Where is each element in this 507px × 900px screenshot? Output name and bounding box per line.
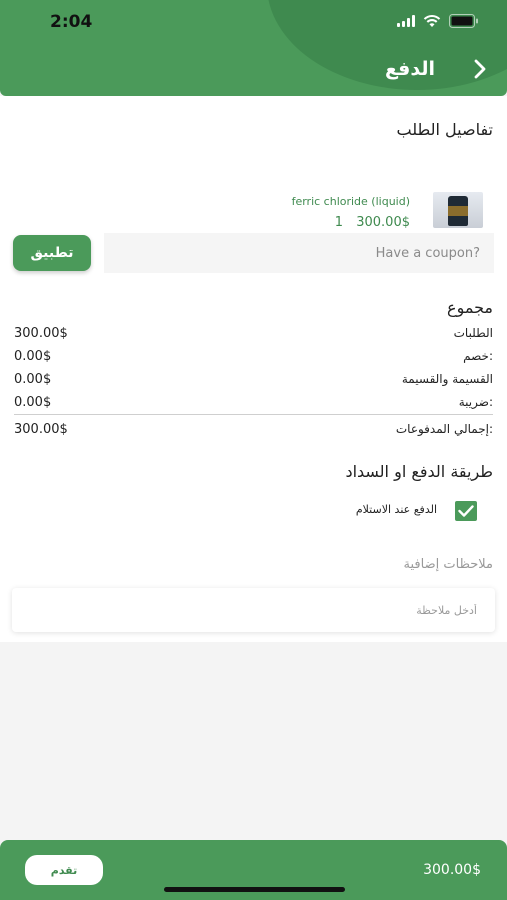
product-name: ferric chloride (liquid) — [291, 195, 410, 208]
notes-input[interactable] — [12, 588, 495, 632]
product-quantity: 1 — [334, 215, 343, 230]
signal-icon — [397, 15, 415, 27]
summary-value: 0.00$ — [14, 349, 52, 364]
product-bottle-image — [433, 192, 483, 228]
checkout-content: تفاصيل الطلب ferric chloride (liquid) 30… — [0, 96, 507, 642]
summary-value: 0.00$ — [14, 372, 52, 387]
status-time: 2:04 — [50, 12, 93, 32]
chevron-right-icon[interactable] — [469, 58, 491, 80]
summary-row-discount: خصم: 0.00$ — [14, 349, 493, 369]
summary-label: خصم: — [463, 349, 493, 363]
cash-on-delivery-label: الدفع عند الاستلام — [355, 503, 437, 516]
product-price: 300.00$ — [356, 215, 410, 230]
total-label: إجمالي المدفوعات: — [395, 422, 493, 436]
cash-on-delivery-checkbox[interactable] — [455, 501, 477, 521]
summary-label: ضريبة: — [458, 395, 493, 409]
apply-coupon-button[interactable]: تطبيق — [13, 235, 91, 271]
payment-method-title: طريقة الدفع او السداد — [345, 462, 493, 481]
summary-label: الطلبات — [453, 326, 493, 340]
coupon-input[interactable] — [104, 233, 494, 273]
page-title: الدفع — [384, 58, 435, 80]
proceed-button[interactable]: تقدم — [25, 855, 103, 885]
wifi-icon — [423, 14, 441, 28]
checkmark-icon — [458, 505, 474, 517]
app-header: 2:04 الدفع — [0, 0, 507, 96]
status-icons — [397, 14, 479, 28]
summary-row-total: إجمالي المدفوعات: 300.00$ — [14, 422, 493, 442]
summary-row-coupon: القسيمة والقسيمة 0.00$ — [14, 372, 493, 392]
summary-label: القسيمة والقسيمة — [401, 372, 493, 386]
total-value: 300.00$ — [14, 422, 68, 437]
summary-value: 0.00$ — [14, 395, 52, 410]
summary-row-orders: الطلبات 300.00$ — [14, 326, 493, 346]
home-indicator — [164, 887, 345, 892]
summary-value: 300.00$ — [14, 326, 68, 341]
bottom-total: 300.00$ — [423, 862, 481, 878]
summary-divider — [14, 414, 493, 415]
battery-icon — [449, 14, 479, 28]
notes-label: ملاحظات إضافية — [403, 557, 493, 572]
summary-row-tax: ضريبة: 0.00$ — [14, 395, 493, 415]
order-details-title: تفاصيل الطلب — [396, 120, 494, 139]
summary-title: مجموع — [447, 298, 493, 317]
notes-container — [12, 588, 495, 632]
